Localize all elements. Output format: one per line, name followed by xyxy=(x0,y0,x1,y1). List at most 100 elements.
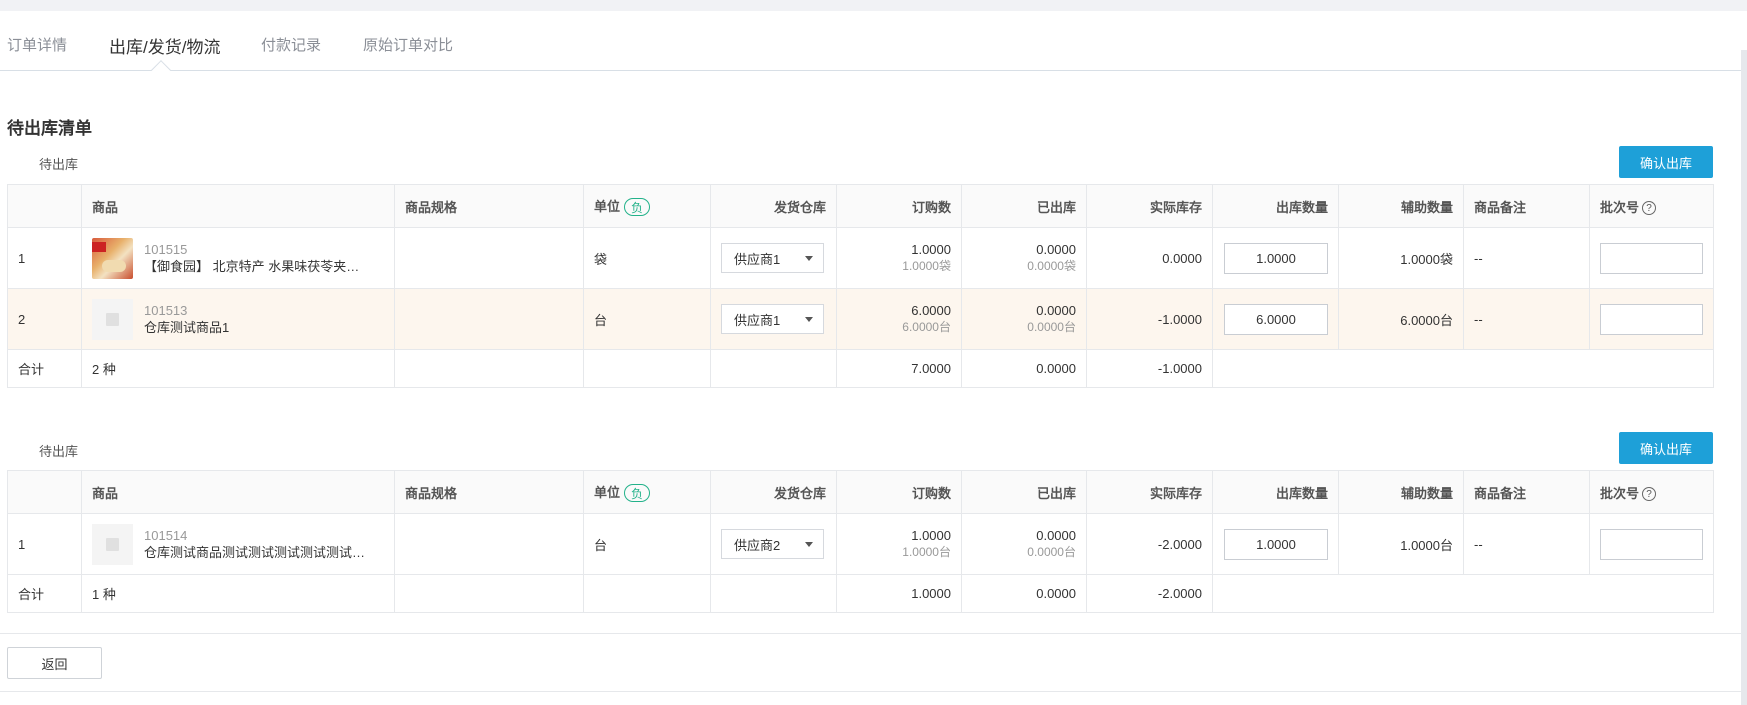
shipped-cell: 0.0000 0.0000台 xyxy=(961,288,1087,350)
batch-input[interactable] xyxy=(1600,528,1703,560)
row-index: 1 xyxy=(7,227,82,289)
total-stock: -2.0000 xyxy=(1086,574,1213,613)
negative-badge: 负 xyxy=(624,198,651,217)
header-stock: 实际库存 xyxy=(1086,470,1213,514)
aux-qty-cell: 6.0000台 xyxy=(1338,288,1464,350)
header-index xyxy=(7,470,82,514)
header-spec: 商品规格 xyxy=(394,184,584,228)
total-shipped: 0.0000 xyxy=(961,349,1087,388)
product-code: 101513 xyxy=(144,303,188,318)
help-icon[interactable]: ? xyxy=(1642,201,1657,216)
warehouse-cell: 供应商2 xyxy=(710,513,837,575)
divider xyxy=(0,691,1741,692)
stock-cell: 0.0000 xyxy=(1086,227,1213,289)
out-qty-cell xyxy=(1212,227,1339,289)
header-remark: 商品备注 xyxy=(1463,184,1590,228)
header-warehouse: 发货仓库 xyxy=(710,184,837,228)
out-qty-input[interactable] xyxy=(1224,303,1328,335)
row-index: 1 xyxy=(7,513,82,575)
caret-down-icon xyxy=(805,541,813,547)
ordered-cell: 1.0000 1.0000台 xyxy=(836,513,962,575)
image-placeholder-icon[interactable] xyxy=(92,298,133,340)
product-code: 101514 xyxy=(144,528,188,543)
batch-cell xyxy=(1589,288,1714,350)
remark-cell: -- xyxy=(1463,513,1590,575)
top-strip xyxy=(0,0,1747,13)
spec-cell xyxy=(394,288,584,350)
header-product: 商品 xyxy=(81,184,395,228)
remark-cell: -- xyxy=(1463,227,1590,289)
spec-cell xyxy=(394,227,584,289)
back-button[interactable]: 返回 xyxy=(7,647,102,679)
total-kinds: 2 种 xyxy=(81,349,395,388)
header-ordered: 订购数 xyxy=(836,470,962,514)
header-ordered: 订购数 xyxy=(836,184,962,228)
tab-payment-records[interactable]: 付款记录 xyxy=(261,34,321,55)
batch-input[interactable] xyxy=(1600,303,1703,335)
batch-cell xyxy=(1589,227,1714,289)
unit-cell: 台 xyxy=(583,513,711,575)
block-label: 待出库 xyxy=(39,157,79,172)
header-product: 商品 xyxy=(81,470,395,514)
header-spec: 商品规格 xyxy=(394,470,584,514)
tab-original-order-compare[interactable]: 原始订单对比 xyxy=(363,34,453,55)
aux-qty-cell: 1.0000袋 xyxy=(1338,227,1464,289)
product-cell: 101513 仓库测试商品1 xyxy=(81,288,395,350)
table-row: 2 101513 仓库测试商品1 台 供应商1 6.0000 6.0000台 0.… xyxy=(7,288,1714,350)
header-stock: 实际库存 xyxy=(1086,184,1213,228)
image-placeholder-icon[interactable] xyxy=(92,523,133,565)
remark-cell: -- xyxy=(1463,288,1590,350)
caret-down-icon xyxy=(805,255,813,261)
confirm-outbound-button[interactable]: 确认出库 xyxy=(1619,146,1713,178)
total-label: 合计 xyxy=(7,349,82,388)
aux-qty-cell: 1.0000台 xyxy=(1338,513,1464,575)
total-label: 合计 xyxy=(7,574,82,613)
warehouse-select[interactable]: 供应商2 xyxy=(721,529,824,559)
out-qty-input[interactable] xyxy=(1224,242,1328,274)
stock-cell: -1.0000 xyxy=(1086,288,1213,350)
tab-shipping[interactable]: 出库/发货/物流 xyxy=(109,33,220,58)
table-row: 1 101515 【御食园】 北京特产 水果味茯苓夹… 袋 供应商1 1.000… xyxy=(7,227,1714,289)
header-batch: 批次号? xyxy=(1589,470,1714,514)
help-icon[interactable]: ? xyxy=(1642,487,1657,502)
unit-cell: 袋 xyxy=(583,227,711,289)
negative-badge: 负 xyxy=(624,484,651,503)
product-cell: 101514 仓库测试商品测试测试测试测试测试… xyxy=(81,513,395,575)
total-row: 合计 1 种 1.0000 0.0000 -2.0000 xyxy=(7,574,1714,613)
confirm-outbound-button[interactable]: 确认出库 xyxy=(1619,432,1713,464)
warehouse-select[interactable]: 供应商1 xyxy=(721,243,824,273)
product-name[interactable]: 仓库测试商品测试测试测试测试测试… xyxy=(144,544,365,561)
total-row: 合计 2 种 7.0000 0.0000 -1.0000 xyxy=(7,349,1714,388)
product-code: 101515 xyxy=(144,242,188,257)
product-thumbnail[interactable] xyxy=(92,237,133,279)
tab-order-detail[interactable]: 订单详情 xyxy=(7,34,67,55)
unit-cell: 台 xyxy=(583,288,711,350)
scrollbar[interactable] xyxy=(1741,50,1747,705)
total-stock: -1.0000 xyxy=(1086,349,1213,388)
tab-bar: 订单详情 出库/发货/物流 付款记录 原始订单对比 xyxy=(0,28,1741,71)
header-unit: 单位负 xyxy=(583,184,711,228)
warehouse-cell: 供应商1 xyxy=(710,227,837,289)
batch-cell xyxy=(1589,513,1714,575)
total-kinds: 1 种 xyxy=(81,574,395,613)
table-row: 1 101514 仓库测试商品测试测试测试测试测试… 台 供应商2 1.0000… xyxy=(7,513,1714,575)
section-title: 待出库清单 xyxy=(7,119,92,138)
outbound-table: 商品 商品规格 单位负 发货仓库 订购数 已出库 实际库存 出库数量 辅助数量 … xyxy=(7,184,1714,388)
row-index: 2 xyxy=(7,288,82,350)
table-header: 商品 商品规格 单位负 发货仓库 订购数 已出库 实际库存 出库数量 辅助数量 … xyxy=(7,184,1714,228)
header-index xyxy=(7,184,82,228)
header-unit: 单位负 xyxy=(583,470,711,514)
header-remark: 商品备注 xyxy=(1463,470,1590,514)
batch-input[interactable] xyxy=(1600,242,1703,274)
out-qty-cell xyxy=(1212,288,1339,350)
product-name[interactable]: 仓库测试商品1 xyxy=(144,319,229,336)
shipped-cell: 0.0000 0.0000台 xyxy=(961,513,1087,575)
out-qty-cell xyxy=(1212,513,1339,575)
out-qty-input[interactable] xyxy=(1224,528,1328,560)
ordered-cell: 6.0000 6.0000台 xyxy=(836,288,962,350)
header-warehouse: 发货仓库 xyxy=(710,470,837,514)
warehouse-select[interactable]: 供应商1 xyxy=(721,304,824,334)
product-name[interactable]: 【御食园】 北京特产 水果味茯苓夹… xyxy=(144,258,359,275)
total-ordered: 7.0000 xyxy=(836,349,962,388)
ordered-cell: 1.0000 1.0000袋 xyxy=(836,227,962,289)
